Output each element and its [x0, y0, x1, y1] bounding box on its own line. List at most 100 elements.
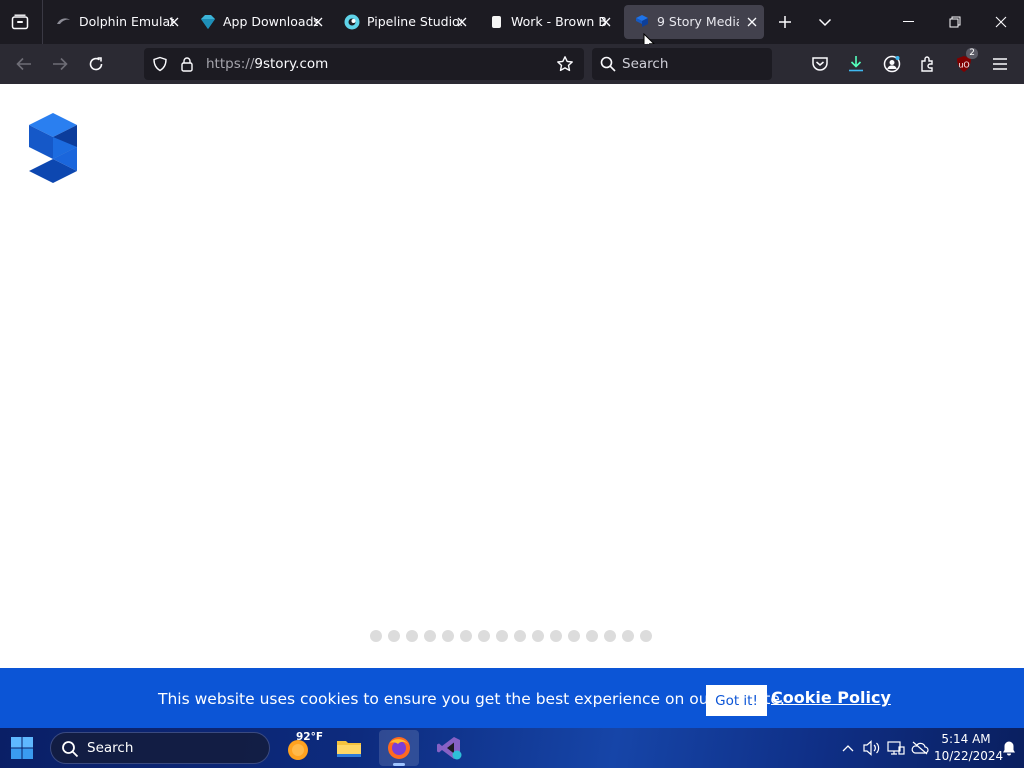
cookie-accept-button[interactable]: Got it! [706, 685, 767, 716]
hamburger-menu-icon [993, 58, 1007, 70]
tab-title: Dolphin Emulator [79, 14, 174, 29]
url-scheme: https:// [206, 56, 255, 72]
close-tab-icon[interactable] [600, 16, 612, 28]
url-text[interactable]: https://9story.com [206, 56, 328, 72]
notifications-button[interactable] [999, 738, 1019, 758]
page-icon [492, 16, 501, 28]
minimize-button[interactable] [886, 0, 932, 44]
loader-dot [460, 630, 472, 642]
clock-date: 10/22/2024 [934, 749, 1004, 763]
network-button[interactable] [886, 738, 906, 758]
firefox-view-button[interactable] [6, 9, 34, 35]
tab-app-downloads[interactable]: App Downloads [190, 5, 330, 39]
cookie-banner: This website uses cookies to ensure you … [0, 668, 1024, 728]
close-tab-icon[interactable] [312, 16, 324, 28]
tab-strip-separator [42, 0, 43, 44]
firefox-view-icon [11, 14, 29, 30]
speaker-icon [863, 740, 880, 756]
active-app-indicator [393, 763, 405, 766]
visual-studio-icon [437, 737, 462, 760]
tracking-protection-shield-icon[interactable] [152, 56, 168, 72]
weather-temperature: 92°F [296, 731, 324, 743]
tab-work-brown-bag[interactable]: Work - Brown Bag [478, 5, 618, 39]
loader-dot [388, 630, 400, 642]
tab-title: Pipeline Studios [367, 14, 462, 29]
plus-icon [779, 16, 791, 28]
diamond-app-icon [201, 15, 215, 29]
reload-button[interactable] [82, 50, 110, 78]
pocket-button[interactable] [806, 50, 834, 78]
loader-dot [640, 630, 652, 642]
onedrive-status-button[interactable] [910, 738, 930, 758]
svg-text:uO: uO [958, 61, 969, 70]
taskbar-search-label: Search [87, 740, 134, 756]
search-bar[interactable]: Search [592, 48, 772, 80]
search-icon [600, 56, 616, 72]
ublock-origin-button[interactable]: uO 2 [950, 48, 978, 78]
show-hidden-icons-button[interactable] [838, 738, 858, 758]
forward-arrow-icon [53, 57, 68, 71]
loader-dot [424, 630, 436, 642]
puzzle-piece-icon [921, 56, 933, 72]
account-icon [883, 55, 901, 73]
loader-dot [496, 630, 508, 642]
list-all-tabs-button[interactable] [812, 9, 838, 35]
taskbar-search-box[interactable]: Search [50, 732, 270, 764]
forward-button[interactable] [46, 50, 74, 78]
loader-dot [568, 630, 580, 642]
9story-logo[interactable] [28, 113, 78, 183]
loading-indicator [370, 630, 652, 642]
system-clock[interactable]: 5:14 AM 10/22/2024 [934, 731, 1004, 765]
address-bar[interactable]: https://9story.com [144, 48, 584, 80]
minimize-icon [903, 21, 914, 22]
downloads-button[interactable] [842, 50, 870, 78]
restore-icon [949, 16, 961, 28]
taskbar-visual-studio[interactable] [429, 730, 469, 766]
close-window-button[interactable] [978, 0, 1024, 44]
cookie-policy-link[interactable]: Cookie Policy [771, 688, 891, 707]
close-tab-icon[interactable] [456, 16, 468, 28]
pocket-icon [812, 57, 828, 71]
new-tab-button[interactable] [772, 9, 798, 35]
back-button[interactable] [10, 50, 38, 78]
network-icon [887, 741, 905, 755]
tab-dolphin-emulator[interactable]: Dolphin Emulator [46, 5, 186, 39]
dolphin-icon [57, 18, 70, 24]
taskbar-file-explorer[interactable] [329, 730, 369, 766]
tab-title: 9 Story Media Group [657, 14, 739, 29]
restore-button[interactable] [932, 0, 978, 44]
loader-dot [550, 630, 562, 642]
chevron-down-icon [818, 18, 832, 27]
taskbar-firefox[interactable] [379, 730, 419, 766]
tab-strip: Dolphin Emulator App Downloads Pipeline … [0, 0, 1024, 52]
back-arrow-icon [16, 57, 31, 71]
close-icon [995, 16, 1007, 28]
bookmark-star-icon[interactable] [556, 55, 574, 73]
bell-icon [1003, 741, 1015, 756]
loader-dot [586, 630, 598, 642]
account-button[interactable] [878, 50, 906, 78]
reload-icon [89, 57, 103, 71]
lock-icon[interactable] [179, 56, 195, 72]
loader-dot [370, 630, 382, 642]
loader-dot [514, 630, 526, 642]
weather-widget[interactable]: 92°F [286, 731, 324, 764]
search-icon [62, 741, 79, 758]
close-tab-icon[interactable] [746, 16, 758, 28]
windows-start-icon[interactable] [10, 736, 34, 760]
loader-dot [532, 630, 544, 642]
volume-button[interactable] [862, 738, 882, 758]
tab-pipeline-studios[interactable]: Pipeline Studios [334, 5, 474, 39]
close-tab-icon[interactable] [168, 16, 180, 28]
loader-dot [604, 630, 616, 642]
clock-time: 5:14 AM [941, 732, 991, 746]
chevron-up-icon [842, 745, 854, 752]
file-explorer-icon [337, 741, 361, 757]
extensions-button[interactable] [914, 50, 942, 78]
app-menu-button[interactable] [986, 50, 1014, 78]
loader-dot [622, 630, 634, 642]
windows-taskbar: Search 92°F 5:14 AM 10/22/2024 [0, 728, 1024, 768]
search-placeholder: Search [622, 56, 669, 72]
tab-title: Work - Brown Bag [511, 14, 606, 29]
pipeline-icon [344, 14, 360, 30]
